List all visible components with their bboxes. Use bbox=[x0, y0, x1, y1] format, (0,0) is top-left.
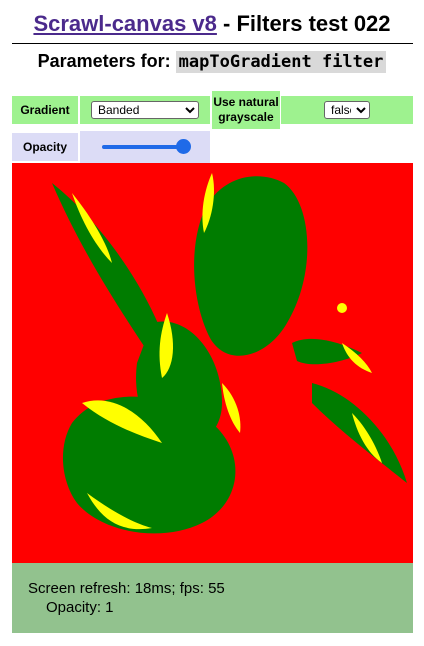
natural-grayscale-label-line1: Use natural bbox=[213, 95, 279, 109]
opacity-status: Opacity: 1 bbox=[46, 599, 114, 616]
natural-grayscale-select[interactable]: false bbox=[324, 101, 370, 119]
natural-grayscale-label-cell: Use natural grayscale bbox=[212, 91, 280, 129]
opacity-label-cell: Opacity bbox=[12, 133, 78, 161]
page-title: Scrawl-canvas v8 - Filters test 022 bbox=[0, 10, 424, 38]
spot-highlight bbox=[337, 303, 347, 313]
refresh-status: Screen refresh: 18ms; fps: 55 bbox=[28, 580, 225, 597]
page-title-text: - Filters test 022 bbox=[216, 11, 391, 36]
title-divider bbox=[12, 43, 413, 44]
opacity-label: Opacity bbox=[22, 139, 67, 154]
status-panel: Screen refresh: 18ms; fps: 55 Opacity: 1 bbox=[12, 563, 413, 633]
gradient-label-cell: Gradient bbox=[12, 96, 78, 124]
opacity-slider-thumb[interactable] bbox=[176, 139, 191, 154]
scrawl-canvas-link[interactable]: Scrawl-canvas v8 bbox=[33, 11, 216, 36]
filtered-image bbox=[12, 163, 413, 563]
parameters-prefix: Parameters for: bbox=[37, 51, 176, 71]
filter-name: mapToGradient filter bbox=[175, 51, 387, 73]
gradient-select-cell: Banded bbox=[80, 96, 210, 124]
parameters-heading: Parameters for: mapToGradient filter bbox=[0, 48, 424, 75]
gradient-select[interactable]: Banded bbox=[91, 101, 199, 119]
natural-grayscale-label-line2: grayscale bbox=[218, 110, 274, 124]
filter-canvas[interactable] bbox=[12, 163, 413, 563]
natural-grayscale-label: Use natural grayscale bbox=[213, 95, 278, 125]
gradient-label: Gradient bbox=[20, 102, 70, 117]
natural-select-cell: false bbox=[281, 96, 413, 124]
